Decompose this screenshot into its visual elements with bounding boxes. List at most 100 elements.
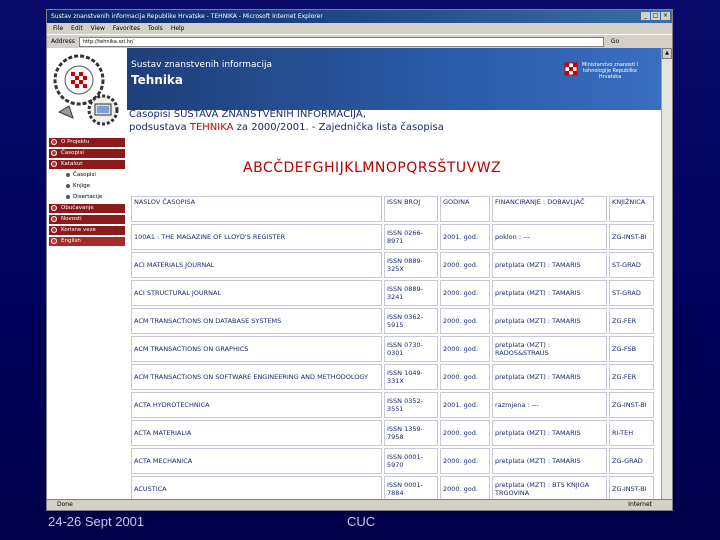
- slide-footer-org: CUC: [347, 514, 376, 529]
- ministry-emblem-icon: [564, 62, 578, 76]
- cell-issn: ISSN 0352-3551: [384, 392, 438, 418]
- nav-sub-knjige[interactable]: Knjige: [49, 182, 125, 191]
- tehnika-logo: [53, 54, 119, 126]
- maximize-icon[interactable]: □: [651, 12, 660, 20]
- journals-table-body: 100A1 : THE MAGAZINE OF LLOYD'S REGISTER…: [131, 224, 654, 500]
- cell-funding: pretplata (MZT) : TAMARIS: [492, 448, 607, 474]
- header-year: GODINA: [440, 196, 490, 222]
- heading-line2-post: za 2000/2001. - Zajednička lista časopis…: [233, 122, 444, 133]
- table-row: ACTA MECHANICA ISSN 0001-5970 2000. god. pr…: [131, 448, 654, 474]
- cell-library: ZG-FER: [609, 308, 654, 334]
- header-issn: ISSN BROJ: [384, 196, 438, 222]
- table-row: ACI STRUCTURAL JOURNAL ISSN 0889-3241 2000…: [131, 280, 654, 306]
- nav-sub-casopisi[interactable]: Časopisi: [49, 171, 125, 180]
- cell-title[interactable]: ACTA MECHANICA: [131, 448, 382, 474]
- menu-bar: File Edit View Favorites Tools Help: [47, 23, 672, 35]
- alphabet-index[interactable]: ABCČDEFGHIJKLMNOPQRSŠTUVWZ: [243, 160, 501, 176]
- cell-issn: ISSN 0266-8971: [384, 224, 438, 250]
- cell-library: RI-TEH: [609, 420, 654, 446]
- cell-issn: ISSN 0889-325X: [384, 252, 438, 278]
- cell-funding: pretplata (MZT) : TAMARIS: [492, 280, 607, 306]
- nav-sub-disertacije[interactable]: Disertacije: [49, 193, 125, 202]
- banner-subtitle: Sustav znanstvenih informacija: [131, 60, 273, 70]
- cell-title[interactable]: 100A1 : THE MAGAZINE OF LLOYD'S REGISTER: [131, 224, 382, 250]
- table-row: 100A1 : THE MAGAZINE OF LLOYD'S REGISTER…: [131, 224, 654, 250]
- zone-text: Internet: [628, 501, 652, 508]
- cell-issn: ISSN 0001-7884: [384, 476, 438, 500]
- cell-funding: pretplata (MZT) : RADOS&STRAUS: [492, 336, 607, 362]
- status-bar: Done Internet: [47, 499, 672, 510]
- table-row: ACM TRANSACTIONS ON DATABASE SYSTEMS ISSN…: [131, 308, 654, 334]
- header-title: NASLOV ČASOPISA: [131, 196, 382, 222]
- menu-view[interactable]: View: [91, 23, 105, 34]
- cell-year: 2000. god.: [440, 420, 490, 446]
- nav-o-projektu[interactable]: O Projektu: [49, 138, 125, 147]
- cell-year: 2000. god.: [440, 364, 490, 390]
- nav-casopisi[interactable]: Časopisi: [49, 149, 125, 158]
- cell-issn: ISSN 1359-7958: [384, 420, 438, 446]
- cell-issn: ISSN 0889-3241: [384, 280, 438, 306]
- menu-file[interactable]: File: [53, 23, 63, 34]
- cell-year: 2000. god.: [440, 280, 490, 306]
- cell-title[interactable]: ACM TRANSACTIONS ON DATABASE SYSTEMS: [131, 308, 382, 334]
- table-row: ACM TRANSACTIONS ON GRAPHICS ISSN 0730-03…: [131, 336, 654, 362]
- nav-obucavanje[interactable]: Obučavanje: [49, 204, 125, 213]
- left-column: O Projektu Časopisi Katalozi Časopisi Kn…: [47, 48, 127, 500]
- cell-library: ZG-FSB: [609, 336, 654, 362]
- close-icon[interactable]: ×: [661, 12, 670, 20]
- table-header-row: NASLOV ČASOPISA ISSN BROJ GODINA FINANCI…: [131, 196, 654, 222]
- heading-line2-pre: podsustava: [129, 122, 190, 133]
- cell-title[interactable]: ACI MATERIALS JOURNAL: [131, 252, 382, 278]
- cell-title[interactable]: ACM TRANSACTIONS ON SOFTWARE ENGINEERING…: [131, 364, 382, 390]
- cell-funding: razmjena : ---: [492, 392, 607, 418]
- title-bar: Sustav znanstvenih informacija Republike…: [47, 10, 672, 23]
- cell-library: ST-GRAD: [609, 280, 654, 306]
- table-row: ACI MATERIALS JOURNAL ISSN 0889-325X 2000.…: [131, 252, 654, 278]
- ministry-label[interactable]: Ministarstvo znanosti i tehnologije Repu…: [580, 62, 640, 80]
- cell-issn: ISSN 0001-5970: [384, 448, 438, 474]
- cell-title[interactable]: ACUSTICA: [131, 476, 382, 500]
- window-title: Sustav znanstvenih informacija Republike…: [51, 13, 323, 20]
- address-label: Address: [51, 38, 75, 45]
- banner-title: Tehnika: [131, 73, 184, 87]
- menu-help[interactable]: Help: [171, 23, 185, 34]
- heading-line1: Časopisi SUSTAVA ZNANSTVENIH INFORMACIJA…: [129, 109, 366, 120]
- minimize-icon[interactable]: _: [641, 12, 650, 20]
- scroll-up-icon[interactable]: ▲: [662, 48, 672, 59]
- menu-tools[interactable]: Tools: [148, 23, 163, 34]
- cell-funding: pretplata (MZT) : BTS KNJIGA TRGOVINA: [492, 476, 607, 500]
- cell-library: ZG-GRAD: [609, 448, 654, 474]
- cell-year: 2001. god.: [440, 392, 490, 418]
- cell-library: ZG-INST-BI: [609, 224, 654, 250]
- cell-funding: pretplata (MZT) : TAMARIS: [492, 308, 607, 334]
- table-row: ACM TRANSACTIONS ON SOFTWARE ENGINEERING…: [131, 364, 654, 390]
- cell-title[interactable]: ACM TRANSACTIONS ON GRAPHICS: [131, 336, 382, 362]
- cell-year: 2000. god.: [440, 448, 490, 474]
- cell-issn: ISSN 1049-331X: [384, 364, 438, 390]
- nav-novosti[interactable]: Novosti: [49, 215, 125, 224]
- table-row: ACTA MATERIALIA ISSN 1359-7958 2000. god. p…: [131, 420, 654, 446]
- journals-table: NASLOV ČASOPISA ISSN BROJ GODINA FINANCI…: [129, 194, 656, 500]
- header-library: KNJIŽNICA: [609, 196, 654, 222]
- cell-year: 2000. god.: [440, 308, 490, 334]
- nav-katalozi[interactable]: Katalozi: [49, 160, 125, 169]
- cell-year: 2000. god.: [440, 252, 490, 278]
- nav-korisne-veze[interactable]: Korisne veze: [49, 226, 125, 235]
- go-button[interactable]: Go: [608, 38, 622, 45]
- cell-title[interactable]: ACTA HYDROTECHNICA: [131, 392, 382, 418]
- cell-year: 2001. god.: [440, 224, 490, 250]
- page-heading: Časopisi SUSTAVA ZNANSTVENIH INFORMACIJA…: [129, 108, 549, 134]
- heading-line2-red: TEHNIKA: [189, 122, 234, 133]
- browser-window: Sustav znanstvenih informacija Republike…: [47, 10, 672, 510]
- cell-issn: ISSN 0730-0301: [384, 336, 438, 362]
- cell-title[interactable]: ACI STRUCTURAL JOURNAL: [131, 280, 382, 306]
- menu-favorites[interactable]: Favorites: [113, 23, 140, 34]
- slide-footer-date: 24-26 Sept 2001: [48, 514, 145, 529]
- address-input[interactable]: http://tehnika.szi.hr/: [78, 36, 604, 47]
- cell-library: ZG-INST-BI: [609, 392, 654, 418]
- menu-edit[interactable]: Edit: [71, 23, 83, 34]
- page-content: O Projektu Časopisi Katalozi Časopisi Kn…: [47, 48, 662, 500]
- cell-title[interactable]: ACTA MATERIALIA: [131, 420, 382, 446]
- nav-english[interactable]: English: [49, 237, 125, 246]
- vertical-scrollbar[interactable]: ▲: [661, 48, 672, 500]
